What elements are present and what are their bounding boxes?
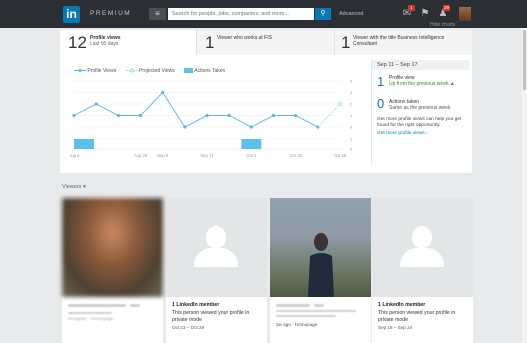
actions-bar <box>241 139 262 149</box>
card-title: 1 LinkedIn member <box>172 302 220 308</box>
legend-profile-views[interactable]: Profile Views <box>74 68 116 74</box>
actions-tick-label: 1 <box>350 137 353 142</box>
get-more-views-link[interactable]: Get more profile views › <box>377 131 428 136</box>
profile-views-point <box>116 113 120 118</box>
scrollbar-thumb[interactable] <box>523 30 526 90</box>
profile-views-point <box>271 113 276 118</box>
blurred-headline <box>68 312 112 314</box>
viewer-meta: 2w ago · Homepage <box>276 322 318 327</box>
menu-icon[interactable]: ≡ <box>149 8 166 20</box>
profile-views-point <box>249 125 253 129</box>
tab-sublabel: Last 90 days <box>90 41 119 47</box>
x-tick-label: Oct 1 <box>246 153 257 158</box>
legend-actions-taken[interactable]: Actions Taken <box>184 68 225 74</box>
y-tick-label: 3 <box>350 90 353 95</box>
arrow-up-icon: ▲ <box>449 81 455 87</box>
x-tick-label: Sep 5 <box>157 153 169 158</box>
tab-number: 1 <box>205 33 215 52</box>
x-tick-label: Sep 17 <box>200 153 214 158</box>
profile-views-point <box>227 113 231 118</box>
flag-icon[interactable]: ⚑ <box>418 7 432 20</box>
summary-tip: Get more profile views can help you get … <box>377 117 462 128</box>
profile-views-point <box>161 90 165 95</box>
avatar[interactable] <box>459 7 471 21</box>
tab-label: Viewer who works at FIS <box>217 35 272 41</box>
notifications-badge: 29 <box>443 5 451 11</box>
anonymous-viewer-card[interactable]: 1 LinkedIn member This person viewed you… <box>166 198 267 343</box>
profile-views-point <box>94 102 98 106</box>
summary-actions-number: 0 <box>377 96 385 111</box>
profile-views-line <box>73 91 319 128</box>
profile-views-point <box>205 113 209 118</box>
card-title: 1 LinkedIn member <box>378 302 426 308</box>
stats-tabs: 12 Profile views Last 90 days 1 Viewer w… <box>60 30 472 55</box>
x-tick-label: Aug 29 <box>134 153 148 158</box>
advanced-search-link[interactable]: Advanced <box>339 11 363 17</box>
anonymous-viewer-card[interactable]: 1 LinkedIn member This person viewed you… <box>372 198 473 343</box>
blurred-headline <box>276 310 356 312</box>
viewer-card[interactable]: Incognito · Homepage <box>62 198 163 343</box>
tab-sublabel: Consultant <box>353 41 377 47</box>
projected-views-point <box>337 101 342 106</box>
profile-views-chart: 4 3 2 1 0 1 0 Aug 8 Aug 29 Sep 5 Sep 17 Oct 1 Oct 15… <box>70 79 353 159</box>
search-input[interactable] <box>168 8 314 20</box>
chart-legend: Profile Views Projected Views Actions Ta… <box>74 68 233 74</box>
anonymous-avatar-icon <box>372 198 473 297</box>
tab-number: 1 <box>341 33 351 52</box>
hide-charts-link[interactable]: Hide charts ˆ <box>430 22 458 28</box>
actions-bar <box>74 139 94 149</box>
tab-profile-views[interactable]: 12 Profile views Last 90 days <box>60 30 196 55</box>
weekly-summary: Sep 11 – Sep 17 1 Profile view Up from t… <box>371 60 469 165</box>
blurred-name <box>276 304 310 307</box>
x-tick-label: Oct 15 <box>289 153 302 158</box>
summary-actions-change: Same as the previous week <box>389 105 451 111</box>
viewer-photo[interactable] <box>62 198 163 297</box>
card-date: Sep 18 – Sep 24 <box>378 325 413 330</box>
search-button[interactable]: ⚲ <box>315 8 331 20</box>
y-tick-label: 0 <box>350 125 353 130</box>
card-text: This person viewed your profile in priva… <box>378 310 456 323</box>
profile-views-point <box>316 125 320 129</box>
summary-views-change: Up from the previous week ▲ <box>389 81 455 87</box>
y-tick-label: 2 <box>350 102 353 107</box>
viewer-card[interactable]: 2w ago · Homepage <box>270 198 371 343</box>
linkedin-logo[interactable]: in <box>63 6 80 23</box>
viewer-photo[interactable] <box>270 198 371 297</box>
card-text: This person viewed your profile in priva… <box>172 310 250 323</box>
profile-views-point <box>294 113 298 118</box>
profile-views-point <box>138 113 143 118</box>
blurred-headline <box>276 315 336 317</box>
card-date: Oct 23 – Oct 29 <box>172 325 205 330</box>
tab-number: 12 <box>68 33 87 52</box>
blurred-degree <box>314 304 324 307</box>
y-tick-label: 4 <box>350 79 353 84</box>
y-tick-label: 1 <box>350 113 353 118</box>
anonymous-avatar-icon <box>166 198 267 297</box>
premium-label: PREMIUM <box>90 10 132 17</box>
tab-company-viewer[interactable]: 1 Viewer who works at FIS <box>196 30 334 55</box>
legend-projected-views[interactable]: Projected Views <box>125 68 175 74</box>
messages-badge: 1 <box>408 5 415 11</box>
blurred-degree <box>130 304 140 307</box>
actions-tick-label: 0 <box>350 147 353 152</box>
person-silhouette <box>308 233 334 297</box>
blurred-name <box>68 304 126 307</box>
summary-date-range: Sep 11 – Sep 17 <box>372 60 469 70</box>
viewer-meta: Incognito · Homepage <box>68 316 114 321</box>
x-tick-label: Aug 8 <box>70 153 80 158</box>
profile-stats-panel: 12 Profile views Last 90 days 1 Viewer w… <box>60 30 472 173</box>
profile-views-point <box>183 125 187 129</box>
search-icon: ⚲ <box>320 10 326 17</box>
tab-title-viewer[interactable]: 1 Viewer with the title Business Intelli… <box>334 30 472 55</box>
summary-views-number: 1 <box>377 74 385 89</box>
x-tick-label: Oct 29 <box>334 153 347 158</box>
viewers-dropdown[interactable]: Viewers ▾ <box>62 184 86 190</box>
profile-views-point <box>72 113 76 118</box>
